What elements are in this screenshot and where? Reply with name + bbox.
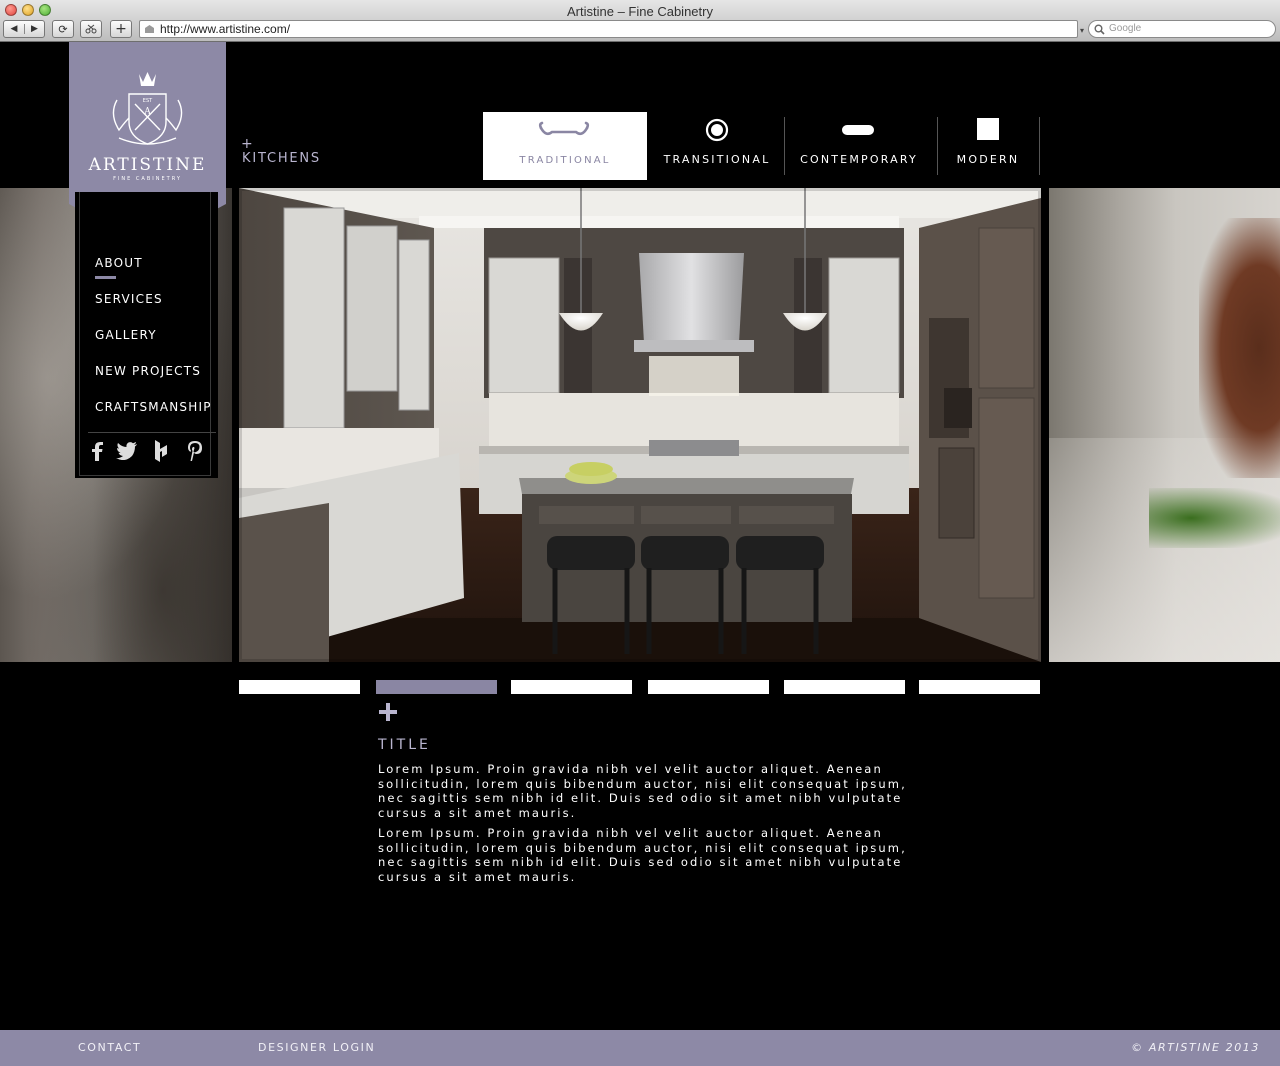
content-paragraph-2: Lorem Ipsum. Proin gravida nibh vel veli… <box>378 826 907 884</box>
nav-item-craftsmanship[interactable]: CRAFTSMANSHIP <box>95 400 212 414</box>
pinterest-icon[interactable] <box>184 440 206 462</box>
search-placeholder: Google <box>1109 23 1142 34</box>
nav-item-gallery[interactable]: GALLERY <box>95 328 157 342</box>
footer-contact-link[interactable]: CONTACT <box>78 1041 141 1054</box>
tab-transitional-label: TRANSITIONAL <box>663 153 771 166</box>
site-favicon-icon <box>145 25 154 33</box>
search-field[interactable]: Google <box>1088 20 1276 38</box>
footer-copyright: © ARTISTINE 2013 <box>1131 1041 1260 1054</box>
breadcrumb-plus-icon: + <box>241 136 253 152</box>
divider <box>88 432 216 433</box>
tab-contemporary-label: CONTEMPORARY <box>800 153 918 166</box>
active-nav-indicator <box>95 276 116 279</box>
side-navigation: ABOUT SERVICES GALLERY NEW PROJECTS CRAF… <box>75 192 218 478</box>
back-button[interactable]: ◀ <box>4 24 24 34</box>
tab-divider <box>937 117 938 175</box>
houzz-icon[interactable] <box>150 440 172 462</box>
scroll-handle-icon <box>538 121 590 136</box>
tab-transitional[interactable]: TRANSITIONAL <box>656 112 778 180</box>
slide-indicator-3[interactable] <box>511 680 632 694</box>
tab-modern[interactable]: MODERN <box>942 112 1034 180</box>
ring-icon <box>705 118 729 142</box>
tab-divider <box>784 117 785 175</box>
nav-item-new-projects[interactable]: NEW PROJECTS <box>95 364 201 378</box>
twitter-icon[interactable] <box>116 440 138 462</box>
brand-tagline: FINE CABINETRY <box>113 176 182 182</box>
history-buttons: ◀ ▶ <box>3 20 45 38</box>
nav-item-about[interactable]: ABOUT <box>95 256 143 270</box>
facebook-icon[interactable] <box>86 440 108 462</box>
snippet-button[interactable] <box>80 20 102 38</box>
add-bookmark-button[interactable]: + <box>110 20 132 38</box>
brand-name: ARTISTINE <box>88 155 207 175</box>
slide-indicator-2[interactable] <box>376 680 497 694</box>
tab-divider <box>1039 117 1040 175</box>
window-title: Artistine – Fine Cabinetry <box>567 4 713 19</box>
expand-plus-icon[interactable] <box>378 702 398 722</box>
reload-button[interactable]: ⟳ <box>52 20 74 38</box>
breadcrumb-kitchens[interactable]: KITCHENS <box>242 151 321 166</box>
square-icon <box>977 118 999 140</box>
search-icon <box>1094 24 1105 35</box>
address-dropdown-icon[interactable]: ▾ <box>1080 26 1084 35</box>
slide-indicator-6[interactable] <box>919 680 1040 694</box>
slide-indicator-5[interactable] <box>784 680 905 694</box>
scissors-icon <box>85 24 97 34</box>
svg-text:A: A <box>143 107 151 117</box>
tab-contemporary[interactable]: CONTEMPORARY <box>790 112 928 180</box>
tab-traditional[interactable]: TRADITIONAL <box>483 112 647 180</box>
content-title: TITLE <box>378 737 431 753</box>
svg-text:EST: EST <box>143 98 153 104</box>
address-bar[interactable]: http://www.artistine.com/ <box>139 20 1078 38</box>
kitchen-photo <box>239 188 1041 662</box>
slide-indicator-4[interactable] <box>648 680 769 694</box>
page: EST A ARTISTINE FINE CABINETRY ABOUT SER… <box>0 42 1280 1066</box>
bar-handle-icon <box>842 125 874 135</box>
tab-modern-label: MODERN <box>956 153 1020 166</box>
tab-traditional-label: TRADITIONAL <box>519 155 611 166</box>
nav-item-services[interactable]: SERVICES <box>95 292 163 306</box>
hero-kitchen-image <box>239 188 1041 662</box>
browser-toolbar: Artistine – Fine Cabinetry ◀ ▶ ⟳ + http:… <box>0 0 1280 42</box>
forward-button[interactable]: ▶ <box>24 24 44 34</box>
hero-blur-right <box>1049 188 1280 662</box>
content-paragraph-1: Lorem Ipsum. Proin gravida nibh vel veli… <box>378 762 907 820</box>
address-bar-text: http://www.artistine.com/ <box>160 22 291 36</box>
site-footer: CONTACT DESIGNER LOGIN © ARTISTINE 2013 <box>0 1030 1280 1066</box>
slide-indicator-1[interactable] <box>239 680 360 694</box>
footer-designer-login-link[interactable]: DESIGNER LOGIN <box>258 1041 375 1054</box>
